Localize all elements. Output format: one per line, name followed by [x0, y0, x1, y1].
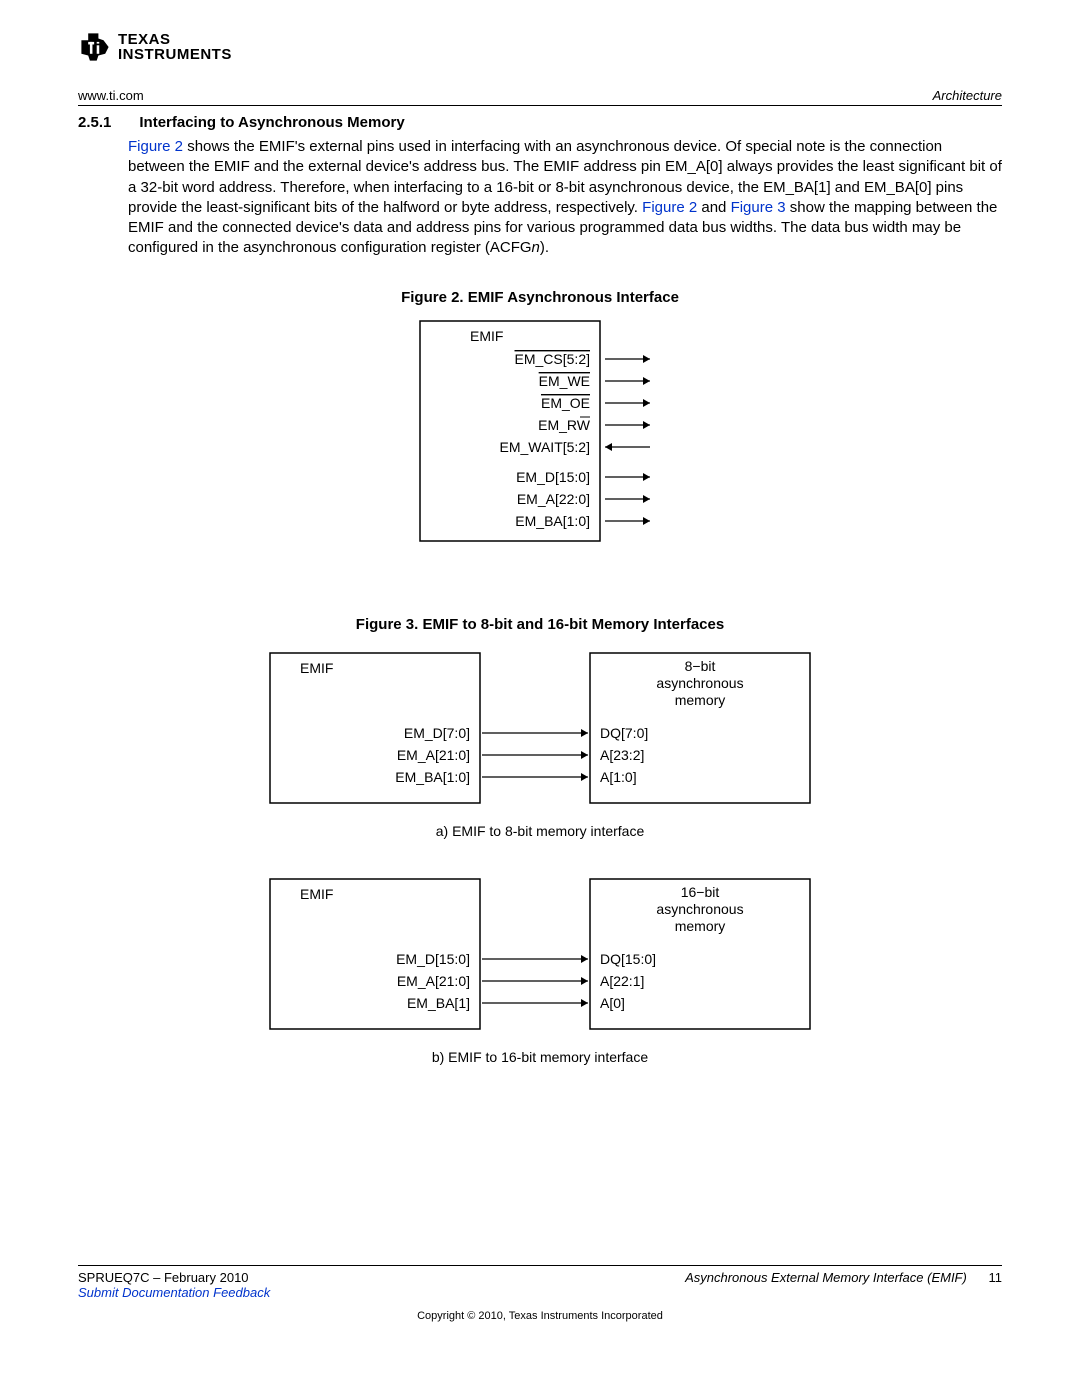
svg-text:EM_WAIT[5:2]: EM_WAIT[5:2]: [499, 439, 590, 455]
svg-text:EM_BA[1]: EM_BA[1]: [407, 995, 470, 1011]
svg-text:EM_OE: EM_OE: [541, 395, 590, 411]
svg-text:A[0]: A[0]: [600, 995, 625, 1011]
para-t2: and: [697, 199, 730, 216]
svg-text:16−bit: 16−bit: [681, 884, 720, 900]
figure-3b-diagram: EMIF 16−bitasynchronousmemory EM_D[15:0] DQ…: [78, 869, 1002, 1039]
svg-text:EM_D[15:0]: EM_D[15:0]: [396, 951, 470, 967]
svg-text:DQ[7:0]: DQ[7:0]: [600, 725, 648, 741]
svg-text:8−bit: 8−bit: [685, 658, 716, 674]
footer-title: Asynchronous External Memory Interface (…: [685, 1270, 967, 1285]
para-t4: ).: [540, 239, 549, 256]
footer-feedback-link[interactable]: Submit Documentation Feedback: [78, 1285, 270, 1300]
body-paragraph: Figure 2 shows the EMIF's external pins …: [128, 137, 1002, 259]
figure-2-caption: Figure 2. EMIF Asynchronous Interface: [78, 289, 1002, 306]
link-figure-2[interactable]: Figure 2: [128, 138, 183, 155]
ti-logo-block: TEXAS INSTRUMENTS: [78, 30, 1002, 64]
section-heading: 2.5.1 Interfacing to Asynchronous Memory: [78, 114, 1002, 131]
header-url: www.ti.com: [78, 88, 144, 103]
section-number: 2.5.1: [78, 114, 111, 131]
svg-text:A[22:1]: A[22:1]: [600, 973, 644, 989]
svg-text:memory: memory: [675, 692, 726, 708]
page-header: www.ti.com Architecture: [78, 88, 1002, 106]
svg-text:EM_A[22:0]: EM_A[22:0]: [517, 491, 590, 507]
svg-text:EM_D[15:0]: EM_D[15:0]: [516, 469, 590, 485]
page-footer: SPRUEQ7C – February 2010 Asynchronous Ex…: [78, 1265, 1002, 1322]
svg-text:EM_RW: EM_RW: [538, 417, 591, 433]
svg-text:EM_BA[1:0]: EM_BA[1:0]: [395, 769, 470, 785]
link-figure-3[interactable]: Figure 3: [731, 199, 786, 216]
svg-text:EM_WE: EM_WE: [539, 373, 590, 389]
ti-logo-icon: [78, 30, 112, 64]
figure-3a-subcaption: a) EMIF to 8-bit memory interface: [78, 823, 1002, 839]
figure-3a-diagram: EMIF 8−bitasynchronousmemory EM_D[7:0] DQ[7…: [78, 643, 1002, 813]
svg-text:DQ[15:0]: DQ[15:0]: [600, 951, 656, 967]
svg-text:EM_A[21:0]: EM_A[21:0]: [397, 747, 470, 763]
svg-text:asynchronous: asynchronous: [656, 675, 743, 691]
para-n: n: [532, 239, 540, 256]
svg-text:EM_CS[5:2]: EM_CS[5:2]: [515, 351, 590, 367]
svg-text:A[23:2]: A[23:2]: [600, 747, 644, 763]
logo-text-2: INSTRUMENTS: [118, 47, 232, 62]
footer-copyright: Copyright © 2010, Texas Instruments Inco…: [78, 1310, 1002, 1322]
header-chapter: Architecture: [933, 88, 1002, 103]
svg-text:asynchronous: asynchronous: [656, 901, 743, 917]
figure-3-caption: Figure 3. EMIF to 8-bit and 16-bit Memor…: [78, 616, 1002, 633]
footer-page-number: 11: [989, 1270, 1003, 1285]
svg-text:EMIF: EMIF: [300, 886, 333, 902]
footer-doc-id: SPRUEQ7C – February 2010: [78, 1270, 249, 1285]
section-title: Interfacing to Asynchronous Memory: [139, 114, 404, 131]
svg-text:EM_D[7:0]: EM_D[7:0]: [404, 725, 470, 741]
svg-text:EMIF: EMIF: [300, 660, 333, 676]
logo-text-1: TEXAS: [118, 32, 232, 47]
svg-text:EM_A[21:0]: EM_A[21:0]: [397, 973, 470, 989]
figure-3b-subcaption: b) EMIF to 16-bit memory interface: [78, 1049, 1002, 1065]
svg-text:A[1:0]: A[1:0]: [600, 769, 637, 785]
svg-text:EMIF: EMIF: [470, 328, 503, 344]
figure-2-diagram: EMIF EM_CS[5:2] EM_WE EM_OE EM_RW EM_WAIT[5:…: [78, 316, 1002, 546]
svg-text:memory: memory: [675, 918, 726, 934]
link-figure-2b[interactable]: Figure 2: [642, 199, 697, 216]
svg-text:EM_BA[1:0]: EM_BA[1:0]: [515, 513, 590, 529]
